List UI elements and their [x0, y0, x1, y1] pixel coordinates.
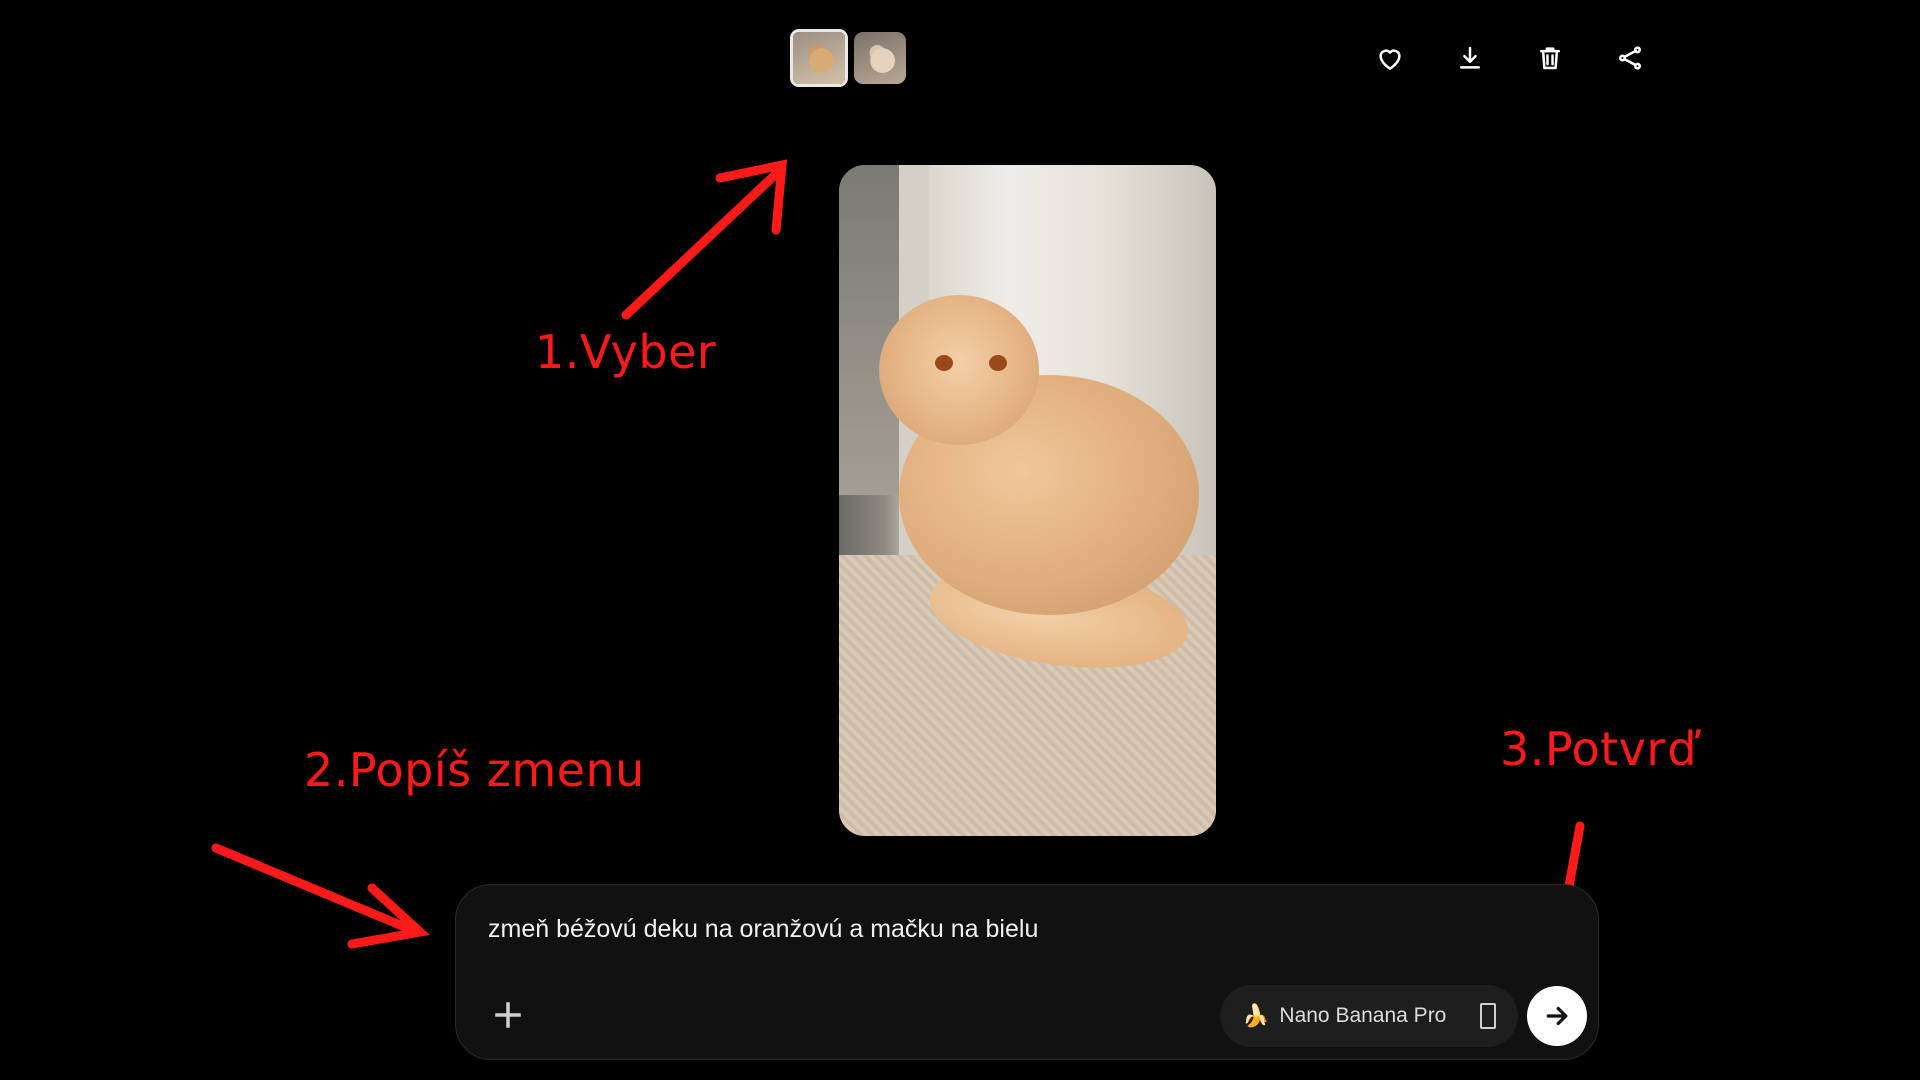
prompt-input[interactable]: zmeň béžovú deku na oranžovú a mačku na …	[488, 915, 1038, 944]
add-attachment-button[interactable]	[484, 991, 532, 1039]
download-icon	[1460, 46, 1480, 69]
banana-icon: 🍌	[1242, 1003, 1270, 1028]
thumbnail-strip	[790, 29, 906, 87]
thumbnail-second[interactable]	[854, 32, 906, 84]
plus-icon	[495, 1002, 521, 1028]
download-button[interactable]	[1450, 38, 1490, 78]
arrow-step1	[621, 167, 783, 320]
model-selector[interactable]: 🍌 Nano Banana Pro	[1220, 985, 1518, 1047]
thumbnail-image	[854, 32, 906, 84]
cat-eye	[989, 355, 1007, 371]
arrow-step1-head	[715, 159, 788, 235]
cat-head	[879, 295, 1039, 445]
thumbnail-selected[interactable]	[790, 29, 848, 87]
annotation-step2: 2.Popíš zmenu	[304, 743, 645, 797]
prompt-composer: zmeň béžovú deku na oranžovú a mačku na …	[455, 884, 1599, 1060]
arrow-right-icon	[1546, 1006, 1568, 1026]
annotation-step3: 3.Potvrď	[1500, 722, 1698, 776]
share-button[interactable]	[1610, 38, 1650, 78]
delete-button[interactable]	[1530, 38, 1570, 78]
annotation-step1: 1.Vyber	[535, 325, 717, 379]
image-toolbar	[1370, 38, 1650, 78]
heart-icon	[1379, 49, 1401, 70]
share-icon	[1618, 46, 1642, 70]
send-button[interactable]	[1527, 986, 1587, 1046]
favorite-button[interactable]	[1370, 38, 1410, 78]
arrow-step2-head	[347, 883, 430, 949]
model-label: Nano Banana Pro	[1279, 1004, 1447, 1027]
arrow-step2	[211, 843, 417, 935]
aspect-ratio-icon[interactable]	[1480, 1003, 1496, 1029]
main-preview-image	[839, 165, 1216, 836]
cat-eye	[935, 355, 953, 371]
thumbnail-image	[793, 32, 845, 84]
trash-icon	[1540, 47, 1560, 70]
